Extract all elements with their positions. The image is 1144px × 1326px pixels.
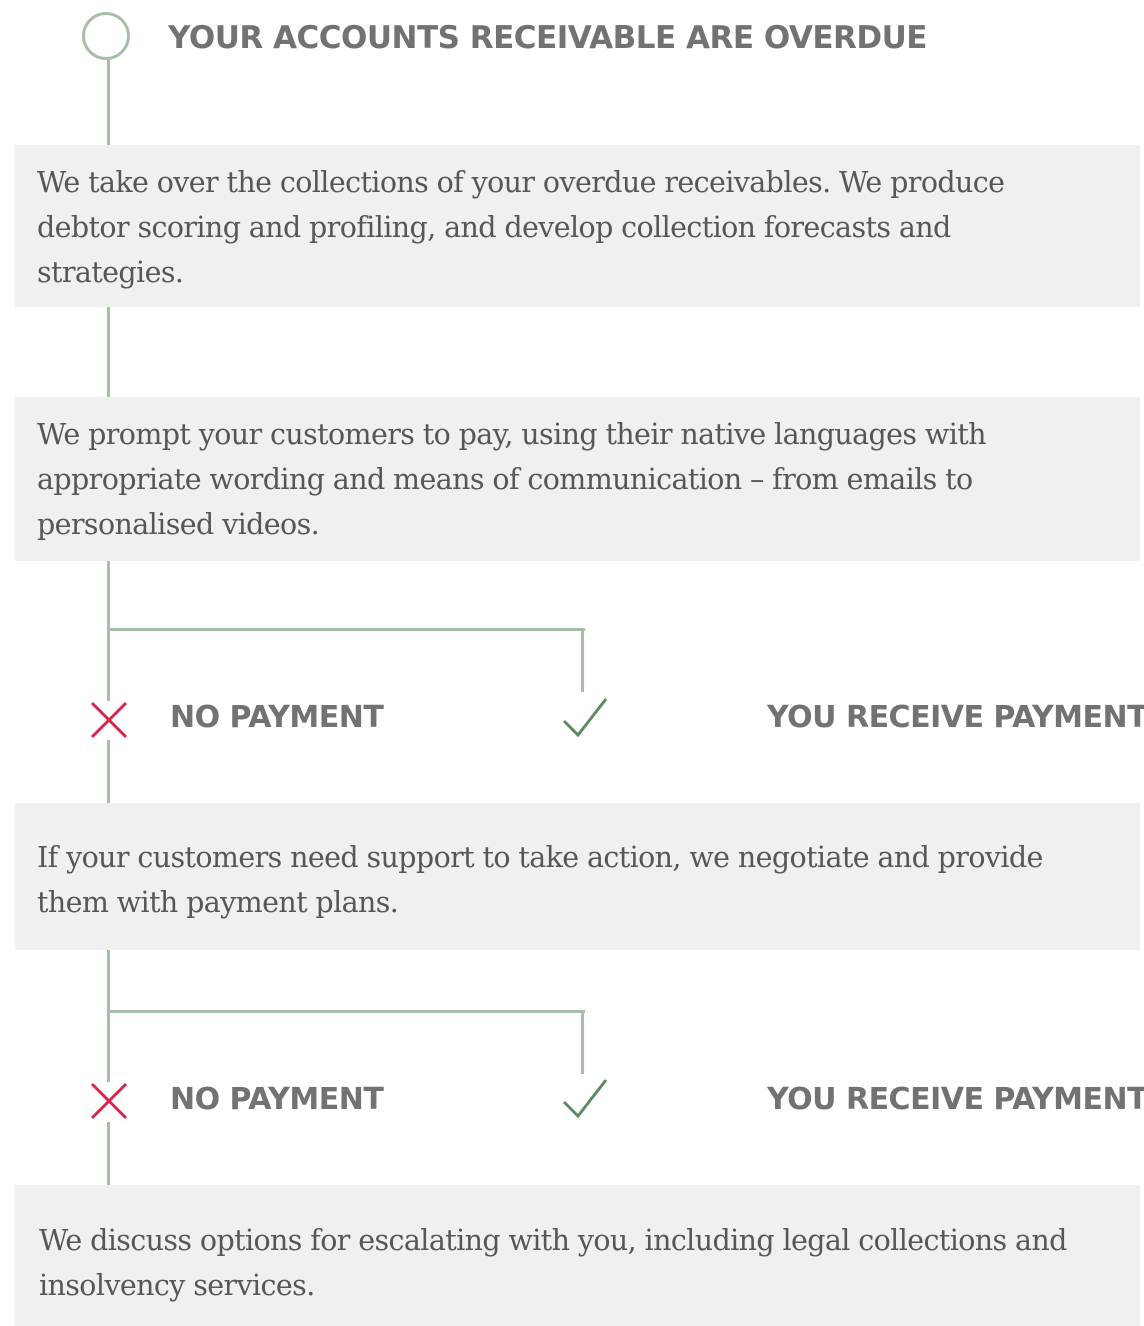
cross-icon [90, 1082, 128, 1120]
branch-line [581, 628, 584, 692]
branch-line [107, 1010, 585, 1013]
step-box-prompt: We prompt your customers to pay, using t… [15, 397, 1140, 561]
check-icon [562, 698, 608, 738]
step-text: If your customers need support to take a… [37, 841, 1043, 919]
cross-icon [90, 701, 128, 739]
step-text: We prompt your customers to pay, using t… [37, 418, 986, 541]
receive-payment-label: YOU RECEIVE PAYMENT [767, 1082, 1144, 1117]
circle-icon [82, 12, 130, 60]
connector-line [107, 1122, 110, 1185]
flow-title: YOUR ACCOUNTS RECEIVABLE ARE OVERDUE [168, 20, 927, 56]
branch-line [107, 628, 585, 631]
connector-line [107, 561, 110, 701]
step-text: We take over the collections of your ove… [37, 166, 1005, 289]
branch-line [581, 1010, 584, 1074]
connector-line [107, 740, 110, 803]
connector-line [107, 950, 110, 1082]
step-text: We discuss options for escalating with y… [39, 1224, 1067, 1302]
step-box-escalate: We discuss options for escalating with y… [15, 1185, 1140, 1326]
no-payment-label: NO PAYMENT [170, 1082, 384, 1117]
no-payment-label: NO PAYMENT [170, 700, 384, 735]
step-box-collections: We take over the collections of your ove… [15, 145, 1140, 307]
receive-payment-label: YOU RECEIVE PAYMENT [767, 700, 1144, 735]
connector-line [107, 307, 110, 397]
check-icon [562, 1079, 608, 1119]
step-box-negotiate: If your customers need support to take a… [15, 803, 1140, 950]
connector-line [107, 60, 110, 145]
